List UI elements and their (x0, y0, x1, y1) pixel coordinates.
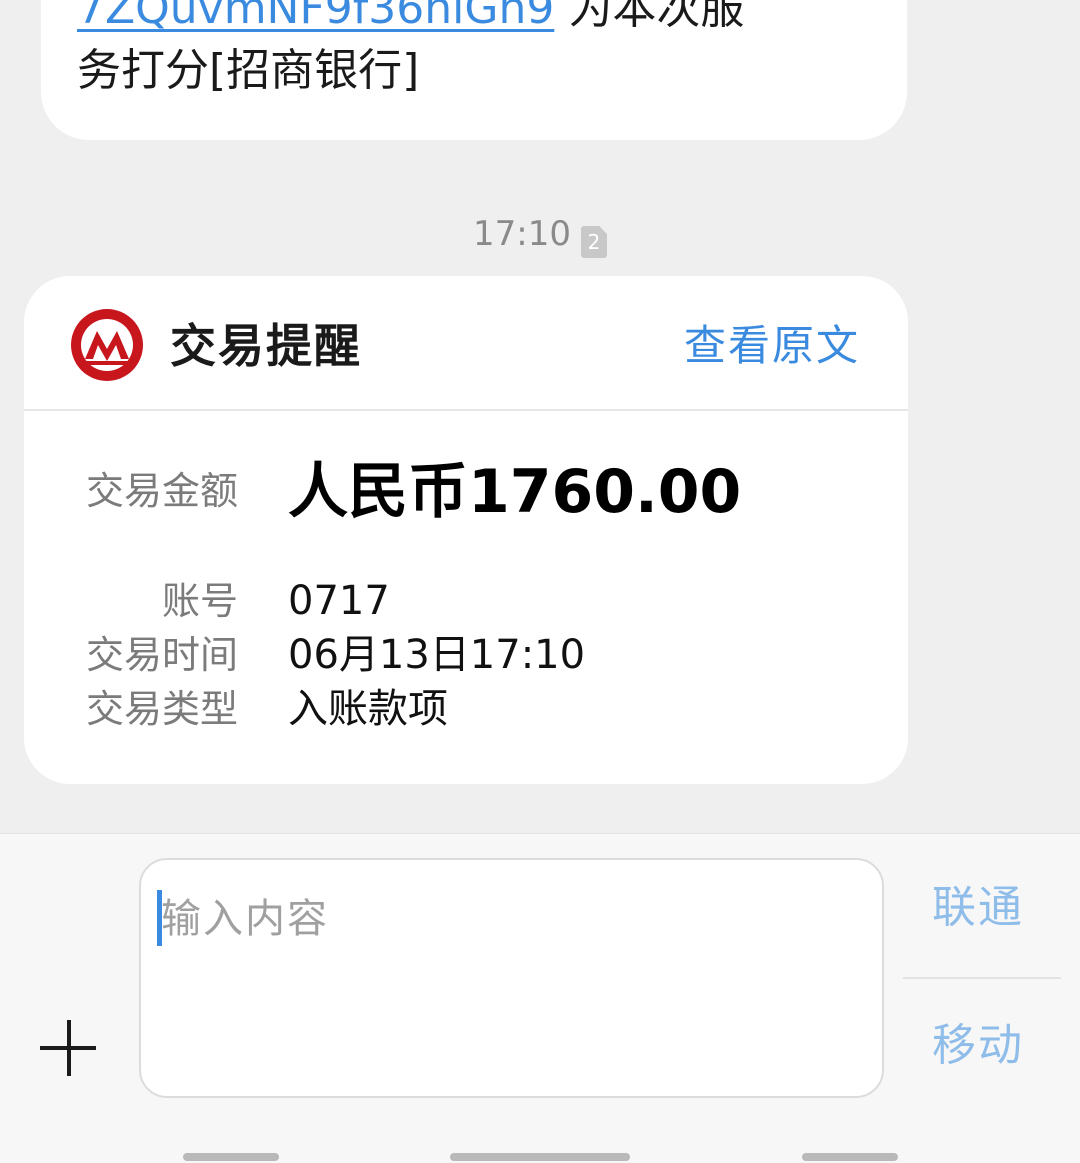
previous-message-bubble: 7ZQuvmNF9f36nlGn9 为本次服 务打分[招商银行] (41, 0, 907, 140)
time-value: 06月13日17:10 (288, 632, 586, 678)
send-via-unicom-button[interactable]: 联通 (932, 878, 1024, 938)
account-label: 账号 (161, 579, 238, 623)
nav-home-pill[interactable] (450, 1153, 630, 1161)
send-via-mobile-button[interactable]: 移动 (932, 1016, 1024, 1076)
amount-row: 交易金额 人民币1760.00 (24, 456, 908, 536)
view-original-link[interactable]: 查看原文 (684, 318, 860, 374)
type-label: 交易类型 (85, 687, 238, 731)
previous-message-line-2: 务打分[招商银行] (77, 45, 420, 96)
sms-conversation-screen: 7ZQuvmNF9f36nlGn9 为本次服 务打分[招商银行] 17:10 2 … (0, 0, 1080, 1163)
sim-card-icon: 2 (580, 226, 607, 258)
sim-divider (903, 977, 1061, 979)
time-label: 交易时间 (85, 633, 238, 677)
nav-menu-pill[interactable] (183, 1153, 279, 1161)
timestamp-time: 17:10 (473, 214, 571, 254)
message-link[interactable]: 7ZQuvmNF9f36nlGn9 (77, 0, 554, 34)
amount-value: 人民币1760.00 (288, 457, 742, 527)
card-title: 交易提醒 (170, 319, 362, 373)
plus-icon[interactable] (38, 1020, 100, 1082)
transaction-alert-card[interactable]: 交易提醒 查看原文 交易金额 人民币1760.00 账号 0717 交易时间 0… (24, 276, 908, 784)
type-value: 入账款项 (288, 686, 448, 732)
input-placeholder: 输入内容 (161, 896, 329, 942)
message-input-bar: 输入内容 联通 移动 (0, 833, 1080, 1163)
card-header: 交易提醒 查看原文 (24, 276, 908, 411)
message-timestamp: 17:10 2 (0, 212, 1080, 258)
previous-message-line-1: 7ZQuvmNF9f36nlGn9 为本次服 (77, 0, 871, 40)
message-text-after-link: 为本次服 (554, 0, 745, 34)
cmb-bank-logo-icon (71, 309, 143, 381)
message-input[interactable]: 输入内容 (139, 858, 884, 1098)
amount-label: 交易金额 (85, 469, 238, 513)
account-value: 0717 (288, 578, 390, 624)
nav-back-pill[interactable] (802, 1153, 898, 1161)
